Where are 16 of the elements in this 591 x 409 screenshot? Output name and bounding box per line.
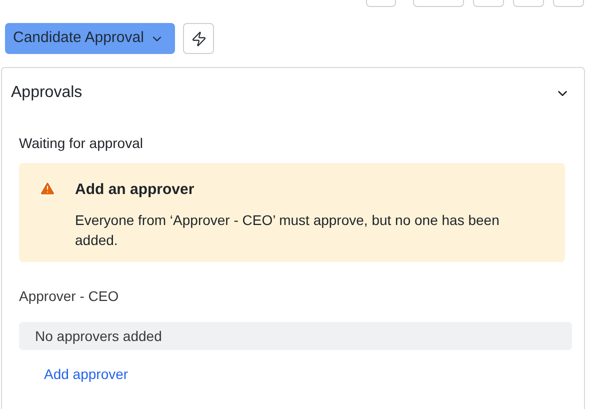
workflow-dropdown-button[interactable]: Candidate Approval [5,23,175,54]
approver-group-title: Approver - CEO [19,287,120,306]
empty-approvers-row: No approvers added [19,322,572,350]
alert-message: Everyone from ‘Approver - CEO’ must approve, but no one has been added. [75,210,500,250]
panel-title: Approvals [11,83,82,103]
toolbar-button[interactable] [513,0,544,7]
toolbar-button[interactable] [366,0,396,7]
lightning-button[interactable] [183,23,214,54]
toolbar-button[interactable] [413,0,464,7]
lightning-icon [190,30,206,46]
alert-title: Add an approver [75,180,196,200]
status-label: Waiting for approval [19,134,144,153]
add-approver-link[interactable]: Add approver [44,364,128,385]
toolbar-button[interactable] [473,0,504,7]
toolbar-button[interactable] [553,0,584,7]
warning-icon [39,180,56,197]
